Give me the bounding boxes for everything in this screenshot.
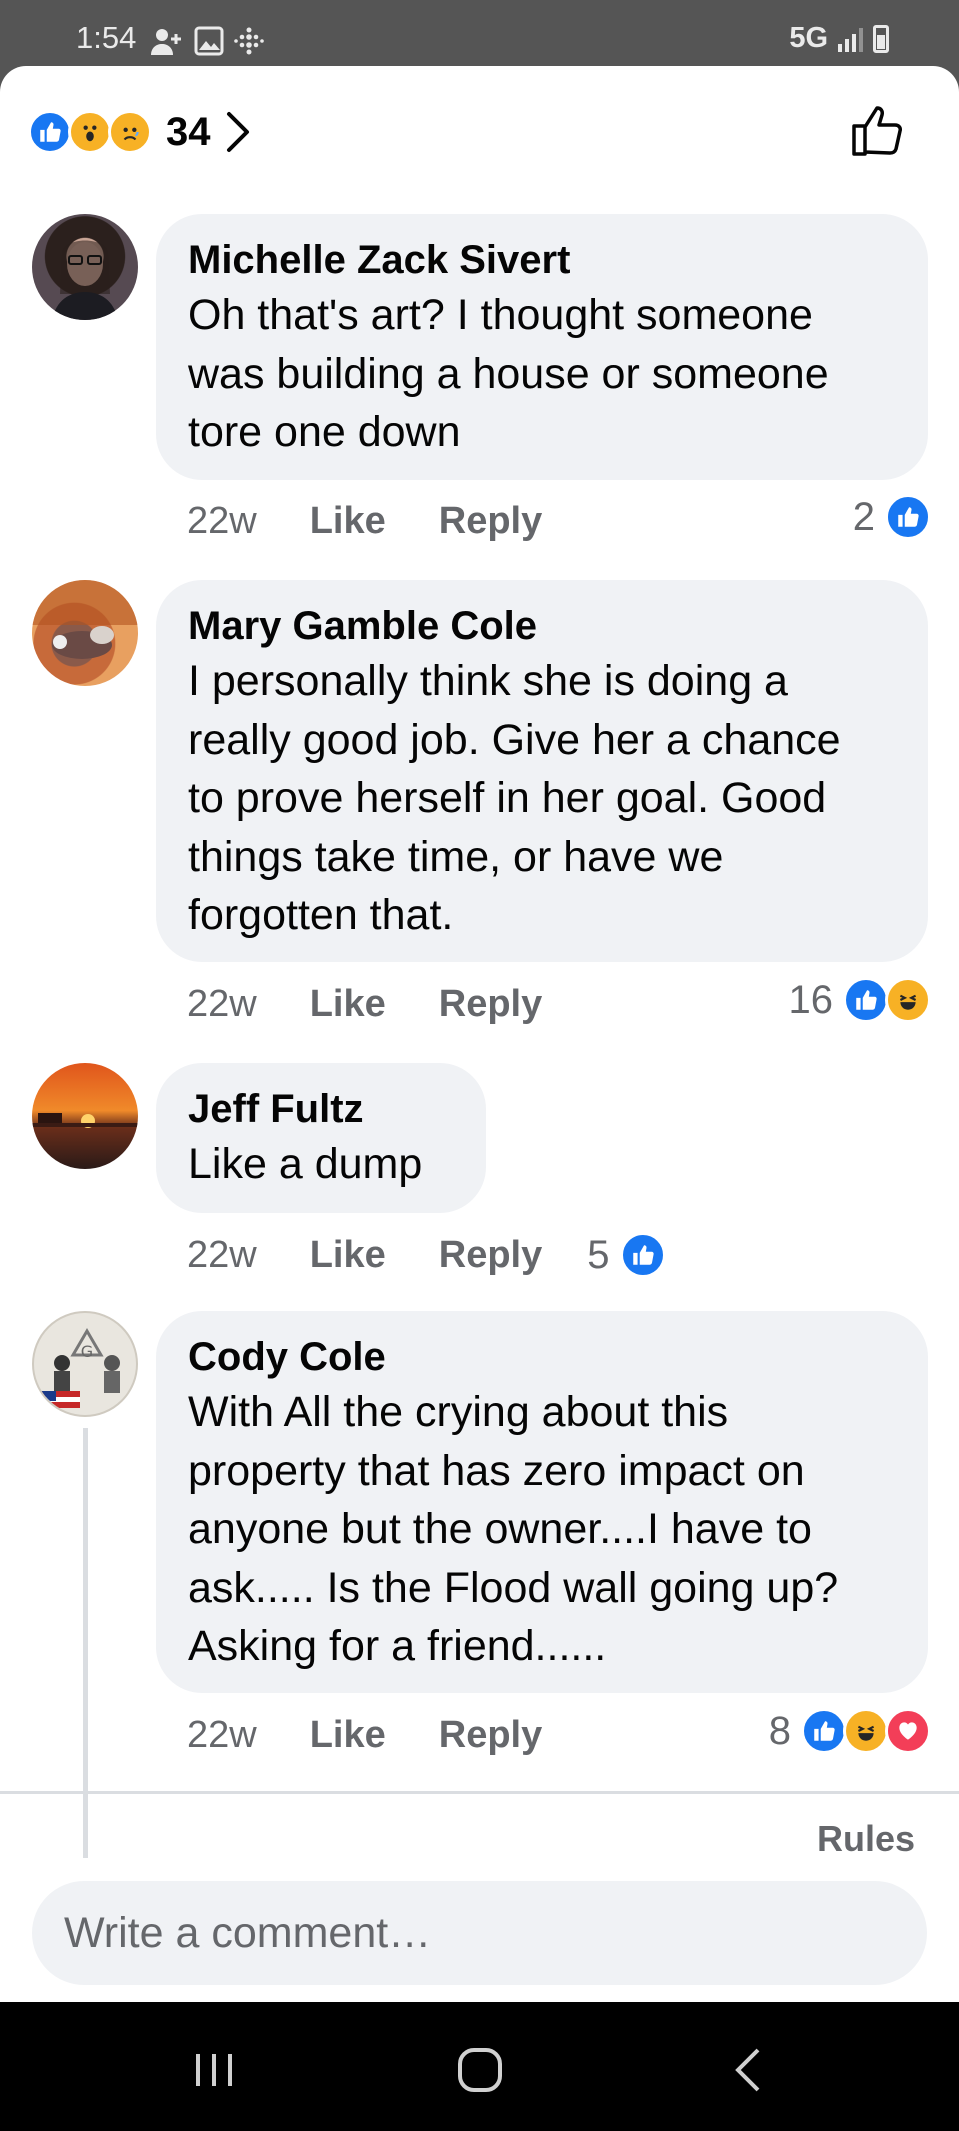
sad-reaction-icon [108,110,152,154]
status-right: 5G [789,22,889,55]
avatar[interactable]: G [32,1311,138,1417]
haha-reaction-icon [885,977,931,1023]
comment-reaction-count: 8 [768,1708,791,1753]
thumbs-up-icon[interactable] [849,100,909,160]
composer-divider [0,1791,959,1794]
avatar-photo-icon [32,580,138,659]
comment-bubble[interactable]: Cody Cole With All the crying about this… [156,1311,928,1693]
wow-reaction-icon [68,110,112,154]
comment-bubble[interactable]: Jeff Fultz Like a dump [156,1063,486,1213]
comment-bubble[interactable]: Michelle Zack Sivert Oh that's art? I th… [156,214,928,480]
home-icon[interactable] [450,2040,510,2100]
like-button[interactable]: Like [310,1234,386,1277]
like-button[interactable]: Like [310,500,386,543]
system-nav-bar [0,2002,959,2131]
gallery-icon [194,26,224,56]
haha-reaction-icon [843,1708,889,1754]
avatar[interactable] [32,214,138,320]
like-reaction-icon [619,1232,666,1278]
comment-text: Oh that's art? I thought someone was bui… [188,291,829,456]
network-label: 5G [789,22,828,54]
comment-text: I personally think she is doing a really… [188,657,841,939]
reply-button[interactable]: Reply [439,500,542,543]
comment-reactions[interactable]: 2 [852,494,931,540]
avatar-portrait-icon [52,240,118,320]
comment-actions: 22w Like Reply 5 [187,1232,666,1278]
person-add-icon [151,29,181,55]
like-reaction-icon [843,977,889,1023]
recent-apps-icon[interactable] [184,2040,244,2100]
comment-age[interactable]: 22w [187,983,257,1026]
comment-text: With All the crying about this property … [188,1388,839,1670]
rules-link[interactable]: Rules [817,1818,915,1860]
reply-button[interactable]: Reply [439,1234,542,1277]
comment-author[interactable]: Cody Cole [188,1331,896,1383]
reaction-count: 34 [166,109,211,154]
back-icon[interactable] [720,2040,780,2100]
fitbit-icon [234,27,264,55]
reply-button[interactable]: Reply [439,1714,542,1757]
comment-age[interactable]: 22w [187,1234,257,1277]
comment-reaction-count: 16 [788,977,834,1022]
comment-author[interactable]: Mary Gamble Cole [188,600,896,652]
comment-reaction-count: 5 [587,1232,610,1277]
like-button[interactable]: Like [310,983,386,1026]
sunset-photo-icon [32,1113,138,1128]
avatar[interactable] [32,580,138,686]
chevron-right-icon [226,112,249,152]
comment-reaction-count: 2 [852,494,875,539]
love-reaction-icon [885,1708,931,1754]
comment-author[interactable]: Jeff Fultz [188,1083,454,1135]
signal-icon [838,26,863,52]
comment-input-placeholder: Write a comment… [64,1908,432,1957]
comment-author[interactable]: Michelle Zack Sivert [188,234,896,286]
comment-reactions[interactable]: 8 [768,1708,931,1754]
status-time: 1:54 [76,20,137,55]
avatar[interactable] [32,1063,138,1169]
comment-actions: 22w Like Reply [187,983,595,1026]
reactions-summary[interactable]: 34 [28,104,251,160]
like-button[interactable]: Like [310,1714,386,1757]
comments-sheet: 34 Michelle Zack Sivert Oh that's art? I… [0,66,959,2002]
emblem-photo-icon: G [40,1328,120,1408]
like-reaction-icon [28,110,72,154]
comment-actions: 22w Like Reply [187,500,595,543]
like-reaction-icon [801,1708,847,1754]
comment-input[interactable]: Write a comment… [32,1881,927,1985]
comment-actions: 22w Like Reply [187,1714,595,1757]
comment-text: Like a dump [188,1140,423,1188]
comment-age[interactable]: 22w [187,1714,257,1757]
comment-age[interactable]: 22w [187,500,257,543]
reply-button[interactable]: Reply [439,983,542,1026]
status-bar: 1:54 5G [0,0,959,66]
comment-reactions[interactable]: 5 [587,1232,666,1278]
svg-text:G: G [81,1342,93,1361]
comment-reactions[interactable]: 16 [788,977,931,1023]
battery-icon [873,24,889,53]
comment-bubble[interactable]: Mary Gamble Cole I personally think she … [156,580,928,962]
status-notification-icons [150,26,264,56]
like-reaction-icon [885,494,931,540]
